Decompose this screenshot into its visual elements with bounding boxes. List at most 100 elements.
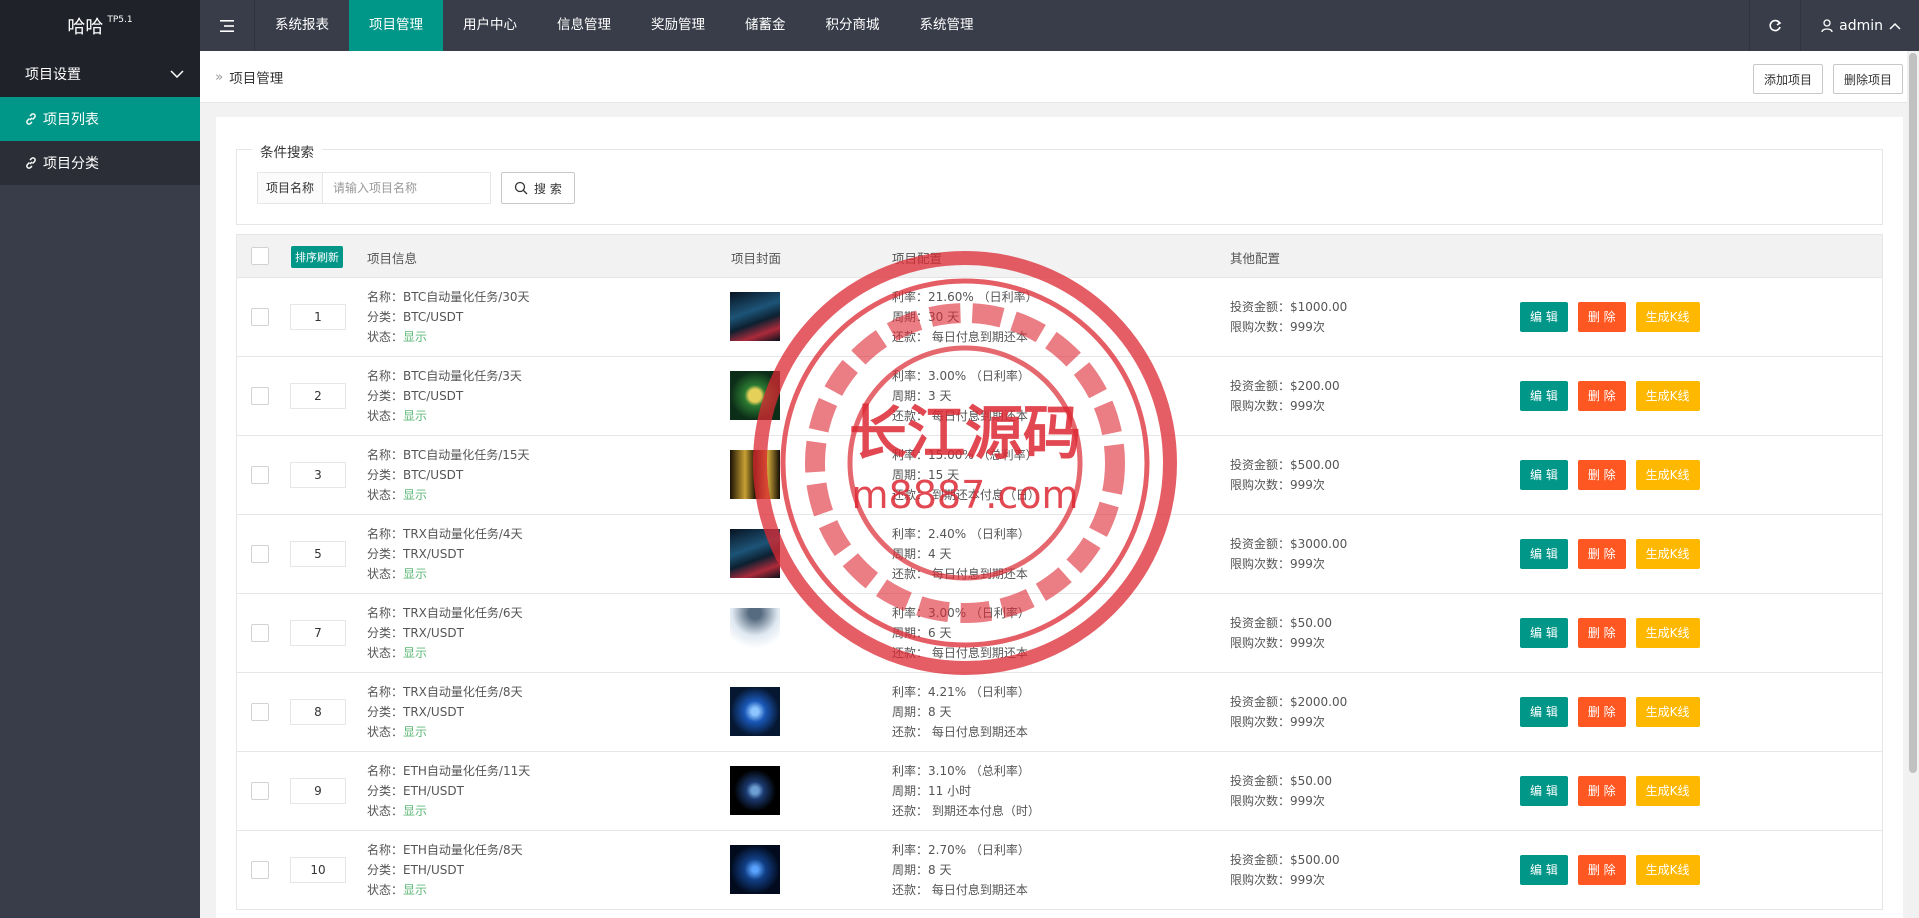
- purchase-limit: 限购次数：999次: [1230, 478, 1325, 492]
- delete-button[interactable]: 删 除: [1577, 618, 1626, 648]
- generate-kline-button[interactable]: 生成K线: [1635, 539, 1700, 569]
- menu-toggle-icon[interactable]: [200, 0, 255, 51]
- user-menu[interactable]: admin: [1801, 18, 1919, 34]
- delete-button[interactable]: 删 除: [1577, 776, 1626, 806]
- status-label: 状态：: [367, 883, 404, 897]
- sort-input[interactable]: 5: [290, 541, 346, 567]
- nav-item-users[interactable]: 用户中心: [443, 0, 537, 51]
- row-checkbox[interactable]: [251, 624, 269, 642]
- table-row: 5 名称：TRX自动量化任务/4天 分类：TRX/USDT 状态：显示 利率：2…: [237, 514, 1882, 593]
- nav-item-reports[interactable]: 系统报表: [255, 0, 349, 51]
- project-name: 名称：BTC自动量化任务/30天: [367, 290, 530, 304]
- row-checkbox[interactable]: [251, 387, 269, 405]
- logo[interactable]: 哈哈 TP5.1: [0, 0, 200, 51]
- sort-input[interactable]: 10: [290, 857, 346, 883]
- other-config: 投资金额：$50.00 限购次数：999次: [1230, 613, 1332, 653]
- sort-input[interactable]: 2: [290, 383, 346, 409]
- nav-item-rewards[interactable]: 奖励管理: [631, 0, 725, 51]
- row-checkbox[interactable]: [251, 861, 269, 879]
- sort-input[interactable]: 3: [290, 462, 346, 488]
- table-row: 9 名称：ETH自动量化任务/11天 分类：ETH/USDT 状态：显示 利率：…: [237, 751, 1882, 830]
- delete-button[interactable]: 删 除: [1577, 302, 1626, 332]
- project-status: 状态：显示: [367, 485, 530, 505]
- generate-kline-button[interactable]: 生成K线: [1635, 460, 1700, 490]
- sidebar-group-project-settings[interactable]: 项目设置: [0, 51, 200, 97]
- project-name: 名称：TRX自动量化任务/4天: [367, 527, 523, 541]
- row-actions: 编 辑 删 除 生成K线: [1520, 855, 1700, 885]
- project-rate: 利率：3.00% （日利率）: [892, 369, 1030, 383]
- investment-amount: 投资金额：$500.00: [1230, 853, 1340, 867]
- generate-kline-button[interactable]: 生成K线: [1635, 697, 1700, 727]
- row-checkbox[interactable]: [251, 703, 269, 721]
- row-actions: 编 辑 删 除 生成K线: [1520, 302, 1700, 332]
- project-config: 利率：4.21% （日利率） 周期：8 天 还款： 每日付息到期还本: [892, 682, 1030, 742]
- project-status: 状态：显示: [367, 801, 530, 821]
- add-project-button[interactable]: 添加项目: [1752, 64, 1823, 94]
- refresh-icon[interactable]: [1749, 0, 1802, 51]
- delete-button[interactable]: 删 除: [1577, 697, 1626, 727]
- edit-button[interactable]: 编 辑: [1520, 697, 1568, 727]
- project-cover-image: [730, 450, 780, 499]
- project-cover-image: [730, 529, 780, 578]
- generate-kline-button[interactable]: 生成K线: [1635, 618, 1700, 648]
- top-actions: 添加项目 删除项目: [1752, 64, 1903, 94]
- project-config: 利率：21.60% （日利率） 周期：30 天 还款： 每日付息到期还本: [892, 287, 1038, 347]
- row-checkbox[interactable]: [251, 466, 269, 484]
- nav-item-mall[interactable]: 积分商城: [806, 0, 900, 51]
- main-panel: 条件搜索 项目名称 请输入项目名称 搜 索 排序刷新 项目信息 项目封面 项目配…: [216, 117, 1903, 918]
- project-category: 分类：BTC/USDT: [367, 389, 464, 403]
- sidebar-item-project-category[interactable]: 项目分类: [0, 141, 200, 185]
- row-actions: 编 辑 删 除 生成K线: [1520, 776, 1700, 806]
- generate-kline-button[interactable]: 生成K线: [1635, 855, 1700, 885]
- nav-item-info[interactable]: 信息管理: [537, 0, 631, 51]
- sort-input[interactable]: 1: [290, 304, 346, 330]
- search-row: 项目名称 请输入项目名称 搜 索: [257, 172, 575, 204]
- project-repay: 还款： 每日付息到期还本: [892, 725, 1028, 739]
- delete-button[interactable]: 删 除: [1577, 381, 1626, 411]
- page-scrollbar[interactable]: [1907, 51, 1919, 918]
- sidebar-item-project-list[interactable]: 项目列表: [0, 97, 200, 141]
- sort-input[interactable]: 7: [290, 620, 346, 646]
- search-button[interactable]: 搜 索: [501, 172, 575, 204]
- row-checkbox[interactable]: [251, 308, 269, 326]
- project-name: 名称：TRX自动量化任务/6天: [367, 606, 523, 620]
- edit-button[interactable]: 编 辑: [1520, 302, 1568, 332]
- edit-button[interactable]: 编 辑: [1520, 855, 1568, 885]
- sidebar: 项目设置 项目列表 项目分类: [0, 51, 200, 918]
- edit-button[interactable]: 编 辑: [1520, 539, 1568, 569]
- other-config: 投资金额：$2000.00 限购次数：999次: [1230, 692, 1347, 732]
- status-value: 显示: [403, 646, 428, 660]
- generate-kline-button[interactable]: 生成K线: [1635, 776, 1700, 806]
- nav-item-system[interactable]: 系统管理: [900, 0, 994, 51]
- search-input[interactable]: 请输入项目名称: [322, 172, 492, 204]
- project-rate: 利率：3.10% （总利率）: [892, 764, 1030, 778]
- sort-input[interactable]: 9: [290, 778, 346, 804]
- generate-kline-button[interactable]: 生成K线: [1635, 302, 1700, 332]
- nav-item-savings[interactable]: 储蓄金: [725, 0, 806, 51]
- table-row: 7 名称：TRX自动量化任务/6天 分类：TRX/USDT 状态：显示 利率：3…: [237, 593, 1882, 672]
- top-bar: 哈哈 TP5.1 系统报表 项目管理 用户中心 信息管理 奖励管理 储蓄金 积分商…: [0, 0, 1919, 51]
- edit-button[interactable]: 编 辑: [1520, 460, 1568, 490]
- scrollbar-thumb[interactable]: [1909, 53, 1917, 773]
- select-all-checkbox[interactable]: [251, 247, 269, 265]
- purchase-limit: 限购次数：999次: [1230, 715, 1325, 729]
- delete-button[interactable]: 删 除: [1577, 855, 1626, 885]
- sort-input[interactable]: 8: [290, 699, 346, 725]
- row-checkbox[interactable]: [251, 782, 269, 800]
- row-checkbox[interactable]: [251, 545, 269, 563]
- other-config: 投资金额：$500.00 限购次数：999次: [1230, 455, 1340, 495]
- generate-kline-button[interactable]: 生成K线: [1635, 381, 1700, 411]
- sort-refresh-button[interactable]: 排序刷新: [291, 246, 343, 268]
- nav-item-projects[interactable]: 项目管理: [349, 0, 443, 51]
- delete-button[interactable]: 删 除: [1577, 460, 1626, 490]
- edit-button[interactable]: 编 辑: [1520, 776, 1568, 806]
- project-name: 名称：TRX自动量化任务/8天: [367, 685, 523, 699]
- sidebar-item-label: 项目分类: [43, 156, 99, 172]
- table-row: 1 名称：BTC自动量化任务/30天 分类：BTC/USDT 状态：显示 利率：…: [237, 277, 1882, 356]
- edit-button[interactable]: 编 辑: [1520, 381, 1568, 411]
- edit-button[interactable]: 编 辑: [1520, 618, 1568, 648]
- delete-button[interactable]: 删 除: [1577, 539, 1626, 569]
- top-nav: 系统报表 项目管理 用户中心 信息管理 奖励管理 储蓄金 积分商城 系统管理: [255, 0, 994, 51]
- chevron-down-icon: [170, 70, 184, 78]
- delete-project-button[interactable]: 删除项目: [1832, 64, 1903, 94]
